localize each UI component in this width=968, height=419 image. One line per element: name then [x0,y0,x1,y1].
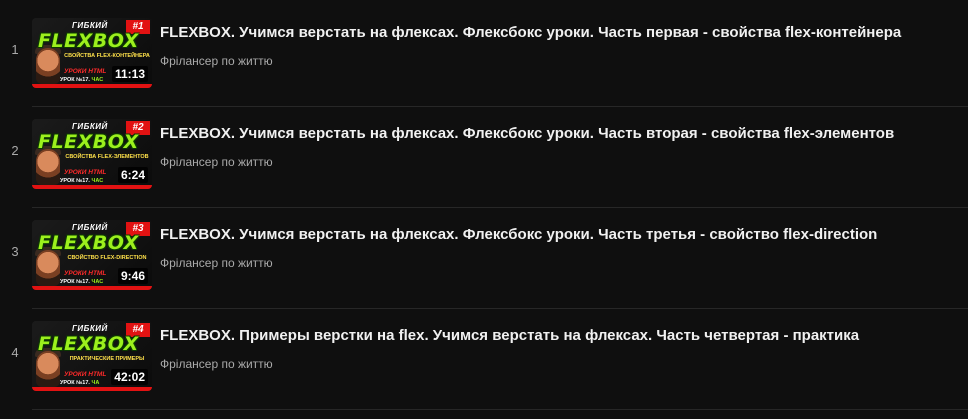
channel-name[interactable]: Фрілансер по життю [160,357,273,371]
author-face [36,250,60,286]
thumb-big-text: FLEXBOX [38,131,139,153]
thumb-subtitle: ПРАКТИЧЕСКИЕ ПРИМЕРЫ [69,356,145,362]
video-title[interactable]: FLEXBOX. Учимся верстать на флексах. Фле… [160,226,950,243]
thumb-red-bar [32,84,152,88]
video-thumbnail[interactable]: ГИБКИЙ #1 FLEXBOX СВОЙСТВА FLEX-КОНТЕЙНЕ… [32,18,152,88]
thumb-lesson-text: УРОК №17. ЧАС [60,77,104,83]
video-title[interactable]: FLEXBOX. Примеры верстки на flex. Учимся… [160,327,950,344]
thumb-red-bar [32,387,152,391]
video-thumbnail[interactable]: ГИБКИЙ #4 FLEXBOX ПРАКТИЧЕСКИЕ ПРИМЕРЫ У… [32,321,152,391]
thumb-subtitle: СВОЙСТВА FLEX-КОНТЕЙНЕРА [64,53,150,59]
playlist-item[interactable]: 4 ГИБКИЙ #4 FLEXBOX ПРАКТИЧЕСКИЕ ПРИМЕРЫ… [0,303,968,403]
thumb-red-bar [32,185,152,189]
item-index: 4 [11,345,19,360]
thumb-lesson-text: УРОК №17. ЧАС [60,178,104,184]
channel-name[interactable]: Фрілансер по життю [160,155,273,169]
thumb-top-text: ГИБКИЙ [72,324,108,333]
duration-badge: 9:46 [117,268,148,284]
thumb-red-bar [32,286,152,290]
duration-badge: 11:13 [111,66,148,82]
divider [32,409,968,410]
playlist: 1 ГИБКИЙ #1 FLEXBOX СВОЙСТВА FLEX-КОНТЕЙ… [0,0,968,419]
thumb-lessons-text: УРОКИ HTML [64,68,107,75]
thumb-lesson-text: УРОК №17. ЧАС [60,279,104,285]
author-face [36,351,60,387]
item-index: 3 [11,244,19,259]
video-thumbnail[interactable]: ГИБКИЙ #3 FLEXBOX СВОЙСТВО FLEX-DIRECTIO… [32,220,152,290]
thumb-big-text: FLEXBOX [38,232,139,254]
video-title[interactable]: FLEXBOX. Учимся верстать на флексах. Фле… [160,125,950,142]
item-index: 1 [11,42,19,57]
thumb-lessons-text: УРОКИ HTML [64,270,107,277]
thumb-top-text: ГИБКИЙ [72,122,108,131]
thumb-subtitle: СВОЙСТВА FLEX-ЭЛЕМЕНТОВ [65,154,149,160]
video-title[interactable]: FLEXBOX. Учимся верстать на флексах. Фле… [160,24,950,41]
thumb-lesson-text: УРОК №17. ЧА [60,380,100,386]
thumb-top-text: ГИБКИЙ [72,21,108,30]
playlist-item[interactable]: 1 ГИБКИЙ #1 FLEXBOX СВОЙСТВА FLEX-КОНТЕЙ… [0,0,968,100]
duration-badge: 42:02 [111,369,148,385]
playlist-item[interactable]: 3 ГИБКИЙ #3 FLEXBOX СВОЙСТВО FLEX-DIRECT… [0,202,968,302]
channel-name[interactable]: Фрілансер по життю [160,54,273,68]
video-thumbnail[interactable]: ГИБКИЙ #2 FLEXBOX СВОЙСТВА FLEX-ЭЛЕМЕНТО… [32,119,152,189]
thumb-big-text: FLEXBOX [38,333,139,355]
author-face [36,149,60,185]
thumb-lessons-text: УРОКИ HTML [64,169,107,176]
playlist-item[interactable]: 2 ГИБКИЙ #2 FLEXBOX СВОЙСТВА FLEX-ЭЛЕМЕН… [0,101,968,201]
thumb-lessons-text: УРОКИ HTML [64,371,107,378]
item-index: 2 [11,143,19,158]
thumb-top-text: ГИБКИЙ [72,223,108,232]
thumb-big-text: FLEXBOX [38,30,139,52]
channel-name[interactable]: Фрілансер по життю [160,256,273,270]
author-face [36,48,60,84]
duration-badge: 6:24 [117,167,148,183]
thumb-subtitle: СВОЙСТВО FLEX-DIRECTION [67,255,147,261]
